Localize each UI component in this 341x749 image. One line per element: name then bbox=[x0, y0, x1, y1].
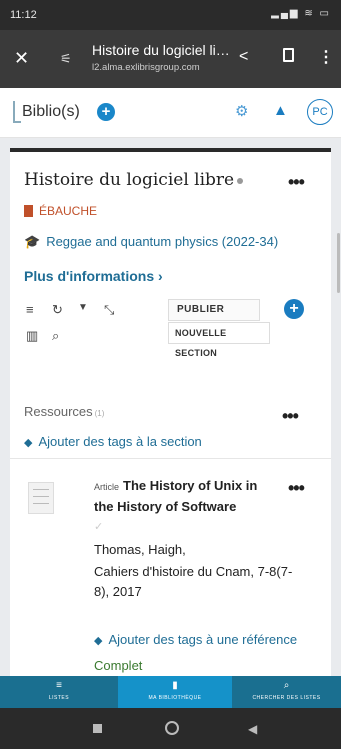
add-citation-tags-link[interactable]: ◆ Ajouter des tags à une référence bbox=[94, 632, 297, 647]
search-icon: ⌕ bbox=[283, 680, 290, 691]
section-more-icon[interactable]: ••• bbox=[282, 406, 299, 427]
recents-icon[interactable] bbox=[93, 724, 102, 733]
section-name: Ressources bbox=[24, 404, 93, 419]
status-badge: ÉBAUCHE bbox=[24, 204, 97, 218]
more-info-link[interactable]: Plus d'informations › bbox=[24, 268, 163, 284]
citation-author: Thomas, Haigh, bbox=[94, 542, 186, 557]
add-icon[interactable]: + bbox=[284, 299, 304, 319]
app-name[interactable]: Biblio(s) bbox=[22, 103, 80, 121]
status-label: ÉBAUCHE bbox=[39, 204, 98, 218]
citation-thumbnail[interactable] bbox=[28, 482, 54, 514]
edit-dot-icon bbox=[237, 177, 244, 184]
collapse-icon[interactable]: ⤡ bbox=[104, 302, 114, 318]
graduation-cap-icon: 🎓 bbox=[24, 234, 41, 249]
nav-search-label: CHERCHER DES LISTES bbox=[252, 695, 321, 701]
scrollbar[interactable] bbox=[337, 233, 340, 293]
browser-toolbar: ✕ ⚟ Histoire du logiciel libre l2.alma.e… bbox=[0, 30, 341, 88]
lists-icon: ≡ bbox=[56, 680, 62, 691]
status-bar: 11:12 ▂▄▆ ≋ ▭ bbox=[0, 0, 341, 30]
nav-lists-label: LISTES bbox=[48, 695, 70, 701]
list-more-icon[interactable]: ••• bbox=[288, 172, 305, 193]
settings-icon[interactable]: ⚙ bbox=[235, 102, 248, 120]
course-label: Reggae and quantum physics (2022-34) bbox=[46, 234, 279, 249]
home-icon[interactable] bbox=[165, 721, 179, 735]
share-icon[interactable]: < bbox=[239, 48, 248, 66]
tag-icon: ◆ bbox=[24, 437, 33, 449]
add-list-icon[interactable]: + bbox=[97, 103, 115, 121]
draft-icon bbox=[24, 205, 33, 217]
nav-my-library[interactable]: ▮ MA BIBLIOTHÈQUE bbox=[118, 676, 232, 708]
nav-library-label: MA BIBLIOTHÈQUE bbox=[148, 695, 202, 701]
tag-icon: ◆ bbox=[94, 635, 103, 647]
main-content[interactable]: Histoire du logiciel libre ••• ÉBAUCHE 🎓… bbox=[0, 138, 341, 676]
bottom-navigation: ≡ LISTES ▮ MA BIBLIOTHÈQUE ⌕ CHERCHER DE… bbox=[0, 676, 341, 708]
section-header: Ressources (1) bbox=[24, 404, 104, 419]
new-section-button[interactable]: NOUVELLE SECTION bbox=[168, 322, 270, 358]
search-icon[interactable]: ⌕ bbox=[52, 328, 59, 344]
notifications-icon[interactable]: ▲ bbox=[273, 102, 288, 119]
divider bbox=[10, 458, 331, 459]
citation-source: Cahiers d'histoire du Cnam, 7-8(7-8), 20… bbox=[94, 564, 293, 599]
back-icon[interactable]: ◀ bbox=[248, 722, 257, 736]
filter-icon[interactable]: ▼ bbox=[78, 302, 88, 313]
check-icon: ✓ bbox=[94, 521, 104, 533]
analytics-icon[interactable]: ▥ bbox=[26, 328, 38, 344]
citation-type: Article bbox=[94, 482, 120, 492]
page-url: l2.alma.exlibrisgroup.com bbox=[92, 62, 200, 73]
page-title: Histoire du logiciel libre bbox=[92, 42, 232, 58]
citation-title[interactable]: Article The History of Unix in the Histor… bbox=[94, 476, 274, 517]
logo-icon bbox=[13, 101, 21, 123]
add-section-tags-link[interactable]: ◆ Ajouter des tags à la section bbox=[24, 434, 202, 449]
citation-more-icon[interactable]: ••• bbox=[288, 478, 305, 499]
add-section-tags-label: Ajouter des tags à la section bbox=[38, 434, 202, 449]
clock: 11:12 bbox=[10, 9, 37, 21]
site-settings-icon[interactable]: ⚟ bbox=[60, 51, 72, 67]
bookmark-icon[interactable] bbox=[283, 48, 294, 62]
system-navigation-bar: ◀ bbox=[0, 708, 341, 749]
reading-list-card: Histoire du logiciel libre ••• ÉBAUCHE 🎓… bbox=[10, 148, 331, 676]
app-header: Biblio(s) + ⚙ ▲ PC bbox=[0, 88, 341, 138]
citation-status: Complet bbox=[94, 658, 143, 673]
system-icons: ▂▄▆ ≋ ▭ bbox=[271, 8, 331, 19]
course-link[interactable]: 🎓 Reggae and quantum physics (2022-34) bbox=[24, 234, 278, 250]
nav-lists[interactable]: ≡ LISTES bbox=[0, 676, 118, 708]
add-citation-tags-label: Ajouter des tags à une référence bbox=[108, 632, 298, 647]
close-icon[interactable]: ✕ bbox=[14, 48, 29, 69]
list-title-text: Histoire du logiciel libre bbox=[24, 170, 235, 190]
publish-button[interactable]: PUBLIER bbox=[168, 299, 260, 321]
list-view-icon[interactable]: ≡ bbox=[26, 302, 34, 317]
nav-search-lists[interactable]: ⌕ CHERCHER DES LISTES bbox=[232, 676, 341, 708]
avatar[interactable]: PC bbox=[307, 99, 333, 125]
section-count: (1) bbox=[94, 409, 105, 418]
list-title: Histoire du logiciel libre bbox=[24, 170, 244, 190]
library-icon: ▮ bbox=[172, 680, 178, 691]
overflow-menu-icon[interactable]: ⋮ bbox=[318, 47, 334, 67]
refresh-icon[interactable]: ↻ bbox=[52, 302, 63, 318]
